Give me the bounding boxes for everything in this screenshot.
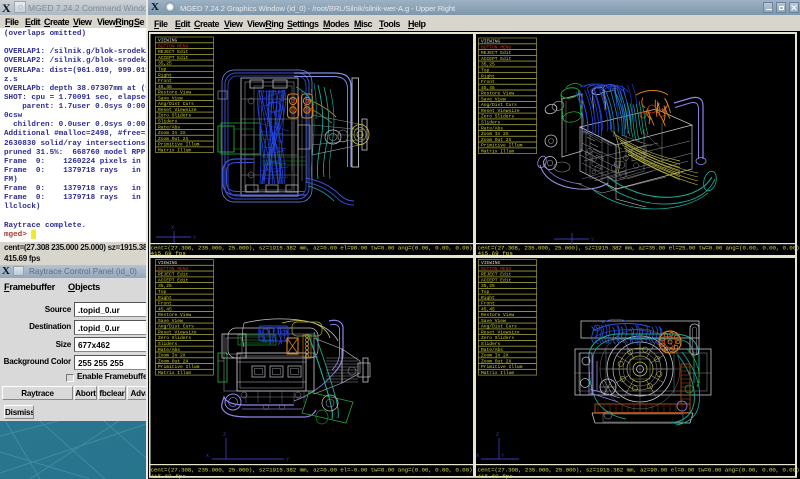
svg-text:X: X	[171, 225, 174, 231]
svg-text:cent=(27.308, 235.000, 25.000): cent=(27.308, 235.000, 25.000), sz=1915.…	[151, 467, 473, 474]
svg-text:cent=(27.308, 235.000, 25.000): cent=(27.308, 235.000, 25.000), sz=1915.…	[151, 245, 473, 252]
svg-text:415.69 fps: 415.69 fps	[151, 250, 187, 257]
svg-text:X: X	[476, 453, 479, 459]
svg-text:Matrix Illum: Matrix Illum	[481, 370, 514, 376]
svg-text:cent=(27.308, 235.000, 25.000): cent=(27.308, 235.000, 25.000), sz=1915.…	[478, 467, 800, 474]
svg-text:Y: Y	[286, 457, 289, 463]
svg-text:Y: Y	[193, 235, 196, 241]
svg-text:Z: Z	[496, 432, 499, 438]
svg-text:415.69 fps: 415.69 fps	[478, 250, 514, 257]
svg-text:Matrix Illum: Matrix Illum	[158, 147, 191, 153]
svg-text:Y: Y	[591, 237, 594, 243]
svg-text:Z: Z	[223, 432, 226, 438]
svg-text:Matrix Illum: Matrix Illum	[158, 370, 191, 376]
svg-text:Matrix Illum: Matrix Illum	[481, 148, 514, 154]
svg-text:415.69 fps: 415.69 fps	[151, 473, 187, 479]
svg-text:X: X	[206, 453, 209, 459]
svg-text:cent=(27.308, 235.000, 25.000): cent=(27.308, 235.000, 25.000), sz=1915.…	[478, 245, 800, 252]
svg-text:415.69 fps: 415.69 fps	[478, 473, 514, 479]
svg-text:Y: Y	[501, 453, 504, 459]
